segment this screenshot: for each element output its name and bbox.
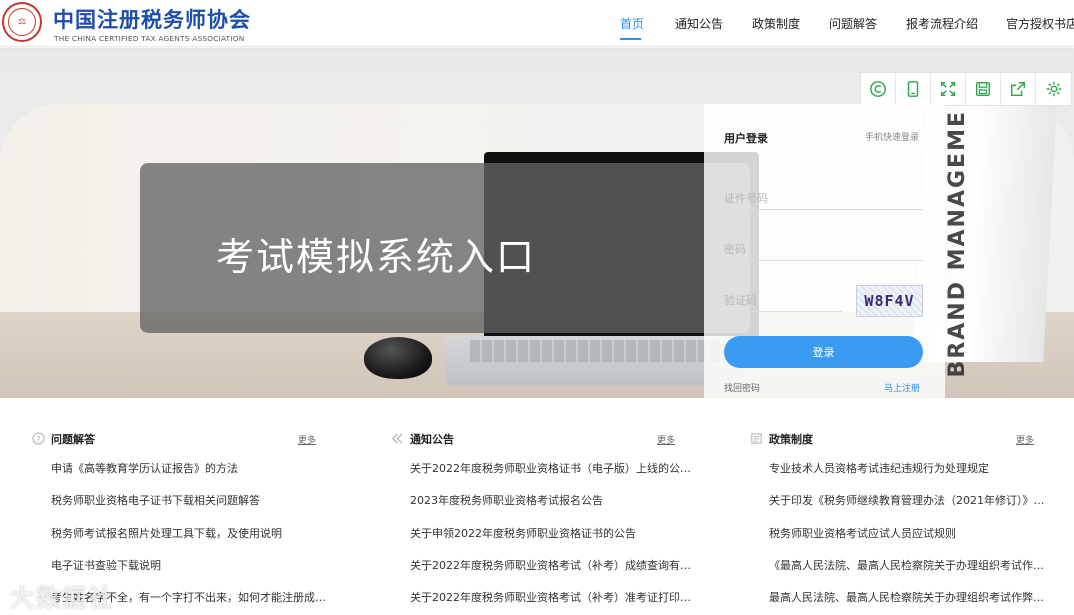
list-item[interactable]: 专业技术人员资格考试违纪违规行为处理规定 [769,460,1064,476]
scales-icon: ⚖ [8,8,36,36]
policies-section-title: 政策制度 [769,433,813,446]
register-link[interactable]: 马上注册 [884,381,920,394]
fullscreen-icon [940,81,956,97]
list-item[interactable]: 《最高人民法院、最高人民检察院关于办理组织考试作… [769,557,1064,573]
page-toolbar [860,72,1072,106]
list-item[interactable]: 关于2022年度税务师职业资格证书（电子版）上线的公… [410,460,705,476]
captcha-input[interactable] [724,290,842,312]
list-item[interactable]: 2023年度税务师职业资格考试报名公告 [410,492,705,508]
fullscreen-button[interactable] [931,73,966,105]
list-item[interactable]: 关于印发《税务师继续教育管理办法（2021年修订）》… [769,492,1064,508]
list-item[interactable]: 税务师职业资格考试应试人员应试规则 [769,525,1064,541]
svg-text:?: ? [36,434,40,444]
document-icon [750,432,763,445]
share-icon [1010,81,1026,97]
mobile-login-link[interactable]: 手机快速登录 [865,130,919,143]
password-input[interactable] [724,239,923,261]
share-button[interactable] [1001,73,1036,105]
policies-more-link[interactable]: 更多 [1016,433,1034,446]
policies-section: 政策制度 更多 专业技术人员资格考试违纪违规行为处理规定 关于印发《税务师继续教… [750,430,1074,604]
association-seal-logo[interactable]: ⚖ [2,2,42,42]
question-circle-icon: ? [32,432,45,445]
list-item[interactable]: 税务师职业资格电子证书下载相关问题解答 [51,492,346,508]
copyright-button[interactable] [861,73,896,105]
nav-home[interactable]: 首页 [620,15,644,32]
site-title[interactable]: 中国注册税务师协会 [53,4,251,34]
faq-section: ? 问题解答 更多 申请《高等教育学历认证报告》的方法 税务师职业资格电子证书下… [32,430,372,604]
notices-more-link[interactable]: 更多 [657,433,675,446]
settings-button[interactable] [1036,73,1071,105]
nav-active-indicator [620,38,641,40]
login-title: 用户登录 [724,132,768,145]
mobile-view-button[interactable] [896,73,931,105]
site-header: ⚖ 中国注册税务师协会 THE CHINA CERTIFIED TAX AGEN… [0,0,1074,47]
nav-bookstore[interactable]: 官方授权书店 [1006,15,1074,32]
list-item[interactable]: 申请《高等教育学历认证报告》的方法 [51,460,346,476]
nav-notices[interactable]: 通知公告 [675,15,723,32]
hero-laptop-keyboard [470,340,720,362]
faq-section-title: 问题解答 [51,433,95,446]
login-button[interactable]: 登录 [724,336,923,368]
nav-faq[interactable]: 问题解答 [829,15,877,32]
list-item[interactable]: 关于申领2022年度税务师职业资格证书的公告 [410,525,705,541]
nav-policies[interactable]: 政策制度 [752,15,800,32]
notices-section-title: 通知公告 [410,433,454,446]
settings-icon [1046,81,1061,97]
phone-icon [907,81,919,97]
site-subtitle: THE CHINA CERTIFIED TAX AGENTS ASSOCIATI… [54,34,245,43]
login-panel: 用户登录 手机快速登录 W8F4V 登录 找回密码 马上注册 [704,104,945,398]
hero-mouse-image [364,337,432,379]
book-spine-text: BRAND MANAGEME [945,110,970,378]
faq-more-link[interactable]: 更多 [298,433,316,446]
chevrons-left-icon [391,432,404,445]
forgot-password-link[interactable]: 找回密码 [724,381,760,394]
list-item[interactable]: 关于2022年度税务师职业资格考试（补考）准考证打印… [410,589,705,605]
captcha-image[interactable]: W8F4V [856,285,923,317]
list-item[interactable]: 电子证书查验下载说明 [51,557,346,573]
copyright-icon [870,81,886,97]
exam-entry-text[interactable]: 考试模拟系统入口 [216,226,536,281]
notices-section: 通知公告 更多 关于2022年度税务师职业资格证书（电子版）上线的公… 2023… [391,430,731,604]
list-item[interactable]: 最高人民法院、最高人民检察院关于办理组织考试作弊… [769,589,1064,605]
nav-exam-process[interactable]: 报考流程介绍 [906,15,978,32]
watermark: 大数据社 [10,584,114,612]
save-icon [975,81,991,97]
id-number-input[interactable] [724,188,923,210]
list-item[interactable]: 税务师考试报名照片处理工具下载，及使用说明 [51,525,346,541]
list-item[interactable]: 关于2022年度税务师职业资格考试（补考）成绩查询有… [410,557,705,573]
save-button[interactable] [966,73,1001,105]
